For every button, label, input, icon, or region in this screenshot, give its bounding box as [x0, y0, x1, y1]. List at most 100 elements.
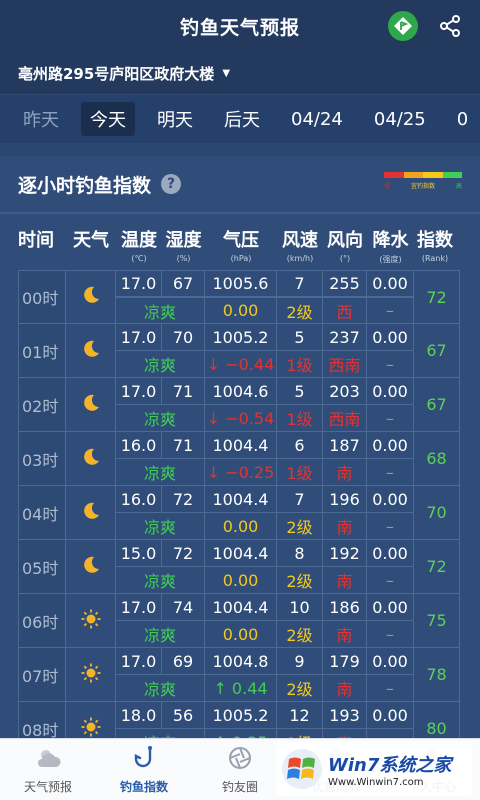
- column-unit: (Rank): [421, 254, 449, 263]
- wind-direction: 187: [323, 432, 367, 459]
- table-row[interactable]: 03时 16.0 71 1004.4 6 187 0.00 凉爽 ↓ −0.25 1级南 –68: [18, 432, 460, 486]
- legend-high: 高: [455, 183, 462, 190]
- precipitation-level: –: [367, 513, 414, 540]
- favorite-button[interactable]: [388, 11, 418, 41]
- column-unit: (%): [176, 254, 191, 263]
- panel-header: 逐小时钓鱼指数 ? 低 宜钓指数 高: [0, 156, 480, 212]
- row-values: 15.0 72 1004.4 8 192 0.00: [116, 540, 414, 567]
- comfort-label: 凉爽: [116, 351, 205, 378]
- row-indicators: 凉爽 ↓ −0.44 1级 西南 –: [116, 351, 414, 378]
- pressure: 1004.4: [205, 432, 277, 459]
- data-grid: 16.0 72 1004.4 7 196 0.00 凉爽 0.00 2级南 –: [116, 486, 414, 540]
- nav-item-1[interactable]: 钓鱼指数: [96, 739, 192, 800]
- column-header: 风向 (°): [323, 226, 367, 270]
- diamond-flag-icon: [394, 17, 412, 35]
- humidity: 69: [162, 648, 205, 675]
- wind-speed: 8: [277, 540, 323, 567]
- table-row[interactable]: 06时 17.0 74 1004.4 10 186 0.00 凉爽 0.00 2级南 –75: [18, 594, 460, 648]
- row-values: 17.0 69 1004.8 9 179 0.00: [116, 648, 414, 675]
- tab-3[interactable]: 后天: [215, 102, 269, 136]
- date-tabs: 昨天 今天 明天 后天 04/24 04/25 0: [0, 94, 480, 144]
- pressure: 1004.6: [205, 378, 277, 405]
- column-header: 气压 (hPa): [205, 226, 277, 270]
- row-indicators: 凉爽 0.00 2级南 –: [116, 513, 414, 540]
- location-selector[interactable]: 亳州路295号庐阳区政府大楼 ▼: [0, 52, 480, 94]
- wind-level: 2级: [277, 297, 323, 324]
- wind-direction-name: 南: [323, 513, 367, 540]
- wind-level: 2级: [277, 567, 323, 594]
- nav-item-0[interactable]: 天气预报: [0, 739, 96, 800]
- wind-speed: 7: [277, 270, 323, 297]
- pressure-change: 0.00: [205, 567, 277, 594]
- precipitation: 0.00: [367, 594, 414, 621]
- wind-speed: 6: [277, 432, 323, 459]
- watermark-brand: Win7系统之家: [328, 754, 452, 776]
- humidity: 70: [162, 324, 205, 351]
- tab-4[interactable]: 04/24: [282, 105, 352, 134]
- hourly-table: 00时 17.0 67 1005.6 7 255 0.00 凉爽 0.00 2级西 –72 01时 17…: [0, 270, 480, 756]
- hour-label: 06时: [18, 594, 66, 648]
- table-row[interactable]: 01时 17.0 70 1005.2 5 237 0.00 凉爽 ↓ −0.44 1级 西南 –67: [18, 324, 460, 378]
- precipitation: 0.00: [367, 432, 414, 459]
- row-values: 17.0 74 1004.4 10 186 0.00: [116, 594, 414, 621]
- pressure: 1005.6: [205, 270, 277, 297]
- row-indicators: 凉爽 0.00 2级南 –: [116, 621, 414, 648]
- table-row[interactable]: 00时 17.0 67 1005.6 7 255 0.00 凉爽 0.00 2级西 –72: [18, 270, 460, 324]
- temperature: 16.0: [116, 486, 162, 513]
- tab-0[interactable]: 昨天: [14, 102, 68, 136]
- watermark-url: Www.Winwin7.com: [328, 776, 424, 788]
- precipitation-level: –: [367, 621, 414, 648]
- column-header: 温度 (℃): [116, 226, 162, 270]
- precipitation-level: –: [367, 297, 414, 324]
- hour-label: 01时: [18, 324, 66, 378]
- table-row[interactable]: 04时 16.0 72 1004.4 7 196 0.00 凉爽 0.00 2级南 –70: [18, 486, 460, 540]
- row-indicators: 凉爽 0.00 2级南 –: [116, 567, 414, 594]
- share-icon[interactable]: [438, 14, 462, 38]
- data-grid: 17.0 69 1004.8 9 179 0.00 凉爽 ↑ 0.44 2级南 –: [116, 648, 414, 702]
- humidity: 71: [162, 432, 205, 459]
- table-row[interactable]: 07时 17.0 69 1004.8 9 179 0.00 凉爽 ↑ 0.44 2级南 –78: [18, 648, 460, 702]
- tab-5[interactable]: 04/25: [365, 105, 435, 134]
- data-grid: 17.0 74 1004.4 10 186 0.00 凉爽 0.00 2级南 –: [116, 594, 414, 648]
- precipitation: 0.00: [367, 702, 414, 729]
- tab-2[interactable]: 明天: [148, 102, 202, 136]
- comfort-label: 凉爽: [116, 513, 205, 540]
- page-title: 钓鱼天气预报: [179, 16, 300, 39]
- comfort-label: 凉爽: [116, 405, 205, 432]
- hour-label: 02时: [18, 378, 66, 432]
- help-icon[interactable]: ?: [161, 174, 182, 194]
- legend-swatch: [423, 172, 443, 178]
- windows-logo-icon: [282, 749, 322, 789]
- wind-direction: 192: [323, 540, 367, 567]
- wind-speed: 9: [277, 648, 323, 675]
- precipitation: 0.00: [367, 378, 414, 405]
- column-label: 风向: [327, 230, 363, 251]
- tab-1[interactable]: 今天: [81, 102, 135, 136]
- comfort-label: 凉爽: [116, 297, 205, 324]
- pressure: 1004.4: [205, 594, 277, 621]
- legend-color-bar: [384, 172, 462, 178]
- wind-speed: 5: [277, 324, 323, 351]
- weather-cell: [66, 270, 116, 324]
- table-row[interactable]: 02时 17.0 71 1004.6 5 203 0.00 凉爽 ↓ −0.54 1级 西南 –67: [18, 378, 460, 432]
- precipitation-level: –: [367, 567, 414, 594]
- wind-direction-name: 南: [323, 567, 367, 594]
- nav-label: 钓友圈: [221, 779, 258, 794]
- nav-item-2[interactable]: 钓友圈: [192, 739, 288, 800]
- wind-speed: 7: [277, 486, 323, 513]
- column-label: 温度: [121, 230, 157, 251]
- weather-cell: [66, 432, 116, 486]
- pressure: 1004.8: [205, 648, 277, 675]
- row-values: 18.0 56 1005.2 12 193 0.00: [116, 702, 414, 729]
- precipitation: 0.00: [367, 486, 414, 513]
- humidity: 67: [162, 270, 205, 297]
- nav-label: 钓鱼指数: [119, 779, 168, 794]
- hour-label: 03时: [18, 432, 66, 486]
- pressure-change: 0.00: [205, 621, 277, 648]
- wind-direction: 255: [323, 270, 367, 297]
- tab-6[interactable]: 0: [448, 105, 477, 134]
- table-row[interactable]: 05时 15.0 72 1004.4 8 192 0.00 凉爽 0.00 2级南 –72: [18, 540, 460, 594]
- hour-label: 05时: [18, 540, 66, 594]
- fishing-index: 72: [414, 540, 460, 594]
- pressure-change: ↓ −0.54: [205, 405, 277, 432]
